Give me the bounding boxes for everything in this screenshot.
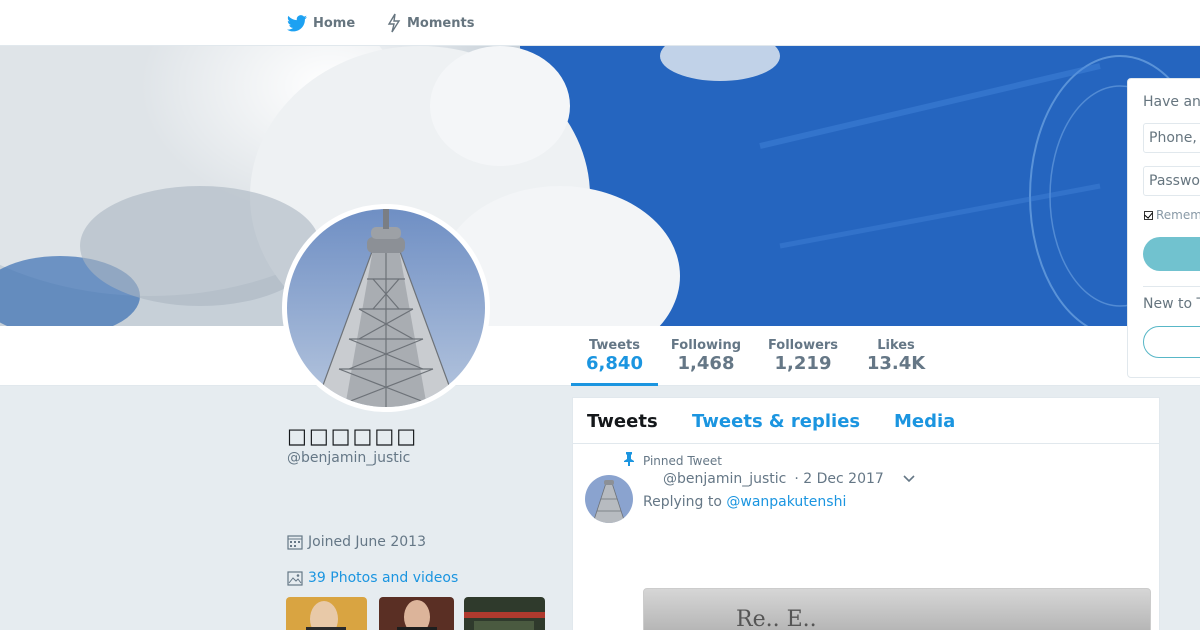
divider: [1143, 286, 1200, 287]
remember-label: Remem: [1156, 208, 1200, 222]
stat-tweets[interactable]: Tweets 6,840: [571, 326, 658, 386]
pinned-text: Pinned Tweet: [643, 453, 722, 468]
stat-value: 6,840: [586, 353, 643, 374]
replying-prefix: Replying to: [643, 494, 722, 510]
profile-avatar[interactable]: [282, 204, 490, 412]
calendar-icon: [287, 534, 303, 550]
photos-videos-link[interactable]: 39 Photos and videos: [287, 570, 458, 586]
nav-moments[interactable]: Moments: [387, 0, 474, 46]
photo-thumbnail[interactable]: [379, 597, 454, 630]
profile-nav-bar: Tweets 6,840 Following 1,468 Followers 1…: [0, 326, 1200, 386]
stat-followers[interactable]: Followers 1,219: [763, 326, 843, 386]
timeline-tabs: Tweets Tweets & replies Media: [573, 398, 1159, 444]
tab-tweets[interactable]: Tweets: [587, 411, 658, 432]
stat-value: 1,468: [677, 353, 735, 374]
photo-thumbnail[interactable]: [286, 597, 367, 630]
stat-following[interactable]: Following 1,468: [667, 326, 745, 386]
replying-to: Replying to @wanpakutenshi: [643, 494, 846, 510]
tweet-date[interactable]: · 2 Dec 2017: [794, 471, 883, 487]
nav-home-label: Home: [313, 15, 356, 31]
remember-checkbox[interactable]: [1144, 210, 1153, 220]
tweet-avatar[interactable]: [585, 475, 633, 523]
login-button[interactable]: [1143, 237, 1200, 271]
tweet-handle[interactable]: @benjamin_justic: [663, 471, 786, 487]
nav-home[interactable]: Home: [287, 0, 355, 46]
profile-banner: [0, 46, 1200, 326]
media-text: Re.. E..: [736, 607, 817, 630]
photo-thumbnail[interactable]: [464, 597, 545, 630]
phone-input[interactable]: Phone,: [1143, 123, 1200, 153]
bird-icon: [287, 14, 307, 32]
lightning-icon: [387, 13, 401, 33]
joined-label: Joined June 2013: [308, 534, 426, 550]
timeline: Tweets Tweets & replies Media Pinned Twe…: [572, 397, 1160, 630]
stat-label: Following: [670, 338, 742, 353]
image-icon: [287, 570, 303, 586]
pinned-tweet-label: Pinned Tweet: [623, 452, 722, 469]
nav-moments-label: Moments: [407, 15, 475, 31]
stat-likes[interactable]: Likes 13.4K: [860, 326, 932, 386]
pin-icon: [623, 452, 637, 469]
stat-value: 1,219: [774, 353, 832, 374]
stat-label: Followers: [767, 338, 839, 353]
login-title: Have an: [1143, 94, 1200, 110]
tab-media[interactable]: Media: [894, 411, 955, 432]
photos-label: 39 Photos and videos: [308, 570, 459, 586]
replying-to-link[interactable]: @wanpakutenshi: [726, 494, 846, 510]
top-nav: Home Moments: [0, 0, 1200, 46]
stat-label: Likes: [877, 338, 915, 353]
chevron-down-icon[interactable]: [902, 474, 916, 484]
signup-button[interactable]: [1143, 326, 1200, 358]
profile-handle[interactable]: @benjamin_justic: [287, 450, 410, 466]
banner-image: [0, 46, 1200, 326]
new-to-twitter: New to T: [1143, 296, 1200, 312]
joined-date: Joined June 2013: [287, 534, 426, 550]
tab-tweets-replies[interactable]: Tweets & replies: [692, 411, 860, 432]
password-input[interactable]: Passwo: [1143, 166, 1200, 196]
remember-me[interactable]: Remem: [1144, 208, 1200, 222]
stat-label: Tweets: [588, 338, 641, 353]
tweet-header: @benjamin_justic · 2 Dec 2017: [663, 471, 916, 487]
stat-value: 13.4K: [866, 353, 926, 374]
tower-image: [287, 209, 485, 407]
tweet-media[interactable]: Re.. E..: [643, 588, 1151, 630]
login-panel: Have an Phone, Passwo Remem New to T: [1127, 78, 1200, 378]
display-name: □□□□□□: [287, 424, 419, 448]
